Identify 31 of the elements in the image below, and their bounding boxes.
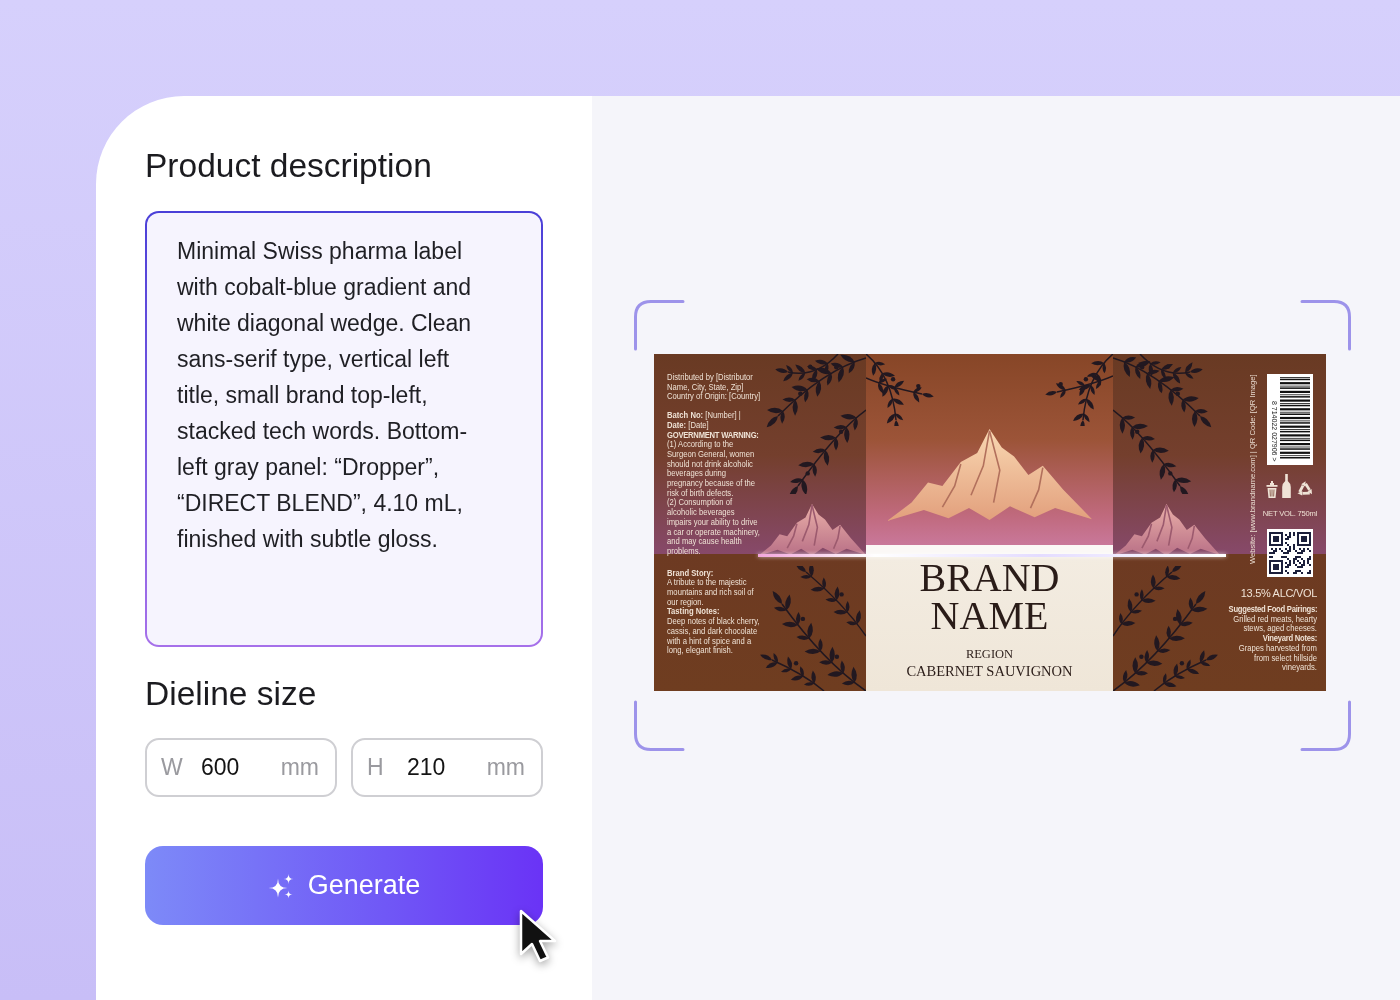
warning-text: (1) According to the Surgeon General, women should not drink alcoholic beverages during pregnancy because of the risk of birth defects. <box>667 440 757 498</box>
note-heading: Suggested Food Pairings: <box>1228 605 1317 615</box>
section-heading: Product description <box>145 146 433 185</box>
variety-text: CABERNET SAUVIGNON <box>905 662 1074 680</box>
label-text: Batch No: [Number] | Date: [Date] <box>667 411 742 431</box>
brand-name: BRAND NAME <box>919 559 1060 635</box>
label-text: Country of Origin: [Country] <box>667 392 761 403</box>
bin-icon <box>1265 481 1278 498</box>
dimension-field[interactable]: W 600 mm <box>145 738 337 797</box>
note-text: Grapes harvested from from select hillside vineyards. <box>1237 643 1317 673</box>
region-text: REGION <box>964 647 1015 662</box>
qr-code-drawing <box>1267 529 1313 577</box>
note-text: Grilled red meats, hearty stews, aged cheeses. <box>1233 614 1317 635</box>
bottle-icon <box>1281 474 1291 498</box>
warning-heading: GOVERNMENT WARNING: <box>667 430 760 440</box>
label-text: Distributed by [Distributor Name, City, State, Zip] <box>667 373 753 393</box>
warning-text: (2) Consumption of alcoholic beverages impairs your ability to drive a car or operate machinery, and may cause health problems. <box>667 498 761 557</box>
note-heading: Vineyard Notes: <box>1261 634 1317 644</box>
corner-bracket-icon <box>1300 700 1352 752</box>
alcohol-text: 13.5% ALC/VOL <box>1240 587 1317 600</box>
corner-bracket-icon <box>633 700 685 752</box>
dimension-field[interactable]: H 210 mm <box>351 738 543 797</box>
corner-bracket-icon <box>633 299 685 351</box>
corner-bracket-icon <box>1300 299 1352 351</box>
note-heading: Tasting Notes: <box>667 607 721 617</box>
note-text: A tribute to the majestic mountains and rich soil of our region. <box>667 578 755 608</box>
generate-button[interactable]: Generate <box>145 846 543 925</box>
note-text: Deep notes of black cherry, cassis, and dark chocolate with a hint of spice and a long, elegant finish. <box>667 617 761 656</box>
section-heading: Dieline size <box>145 674 318 713</box>
note-heading: Brand Story: <box>667 568 714 579</box>
description-field[interactable]: Minimal Swiss pharma label with cobalt-blue gradient and white diagonal wedge. Clean sans-serif type, vertical left title, small brand top-left, stacked tech words. Bottom-left gray panel: “Dropper”, “DIRECT BLEND”, 4.10 mL, finished with subtle gloss. <box>145 211 543 647</box>
